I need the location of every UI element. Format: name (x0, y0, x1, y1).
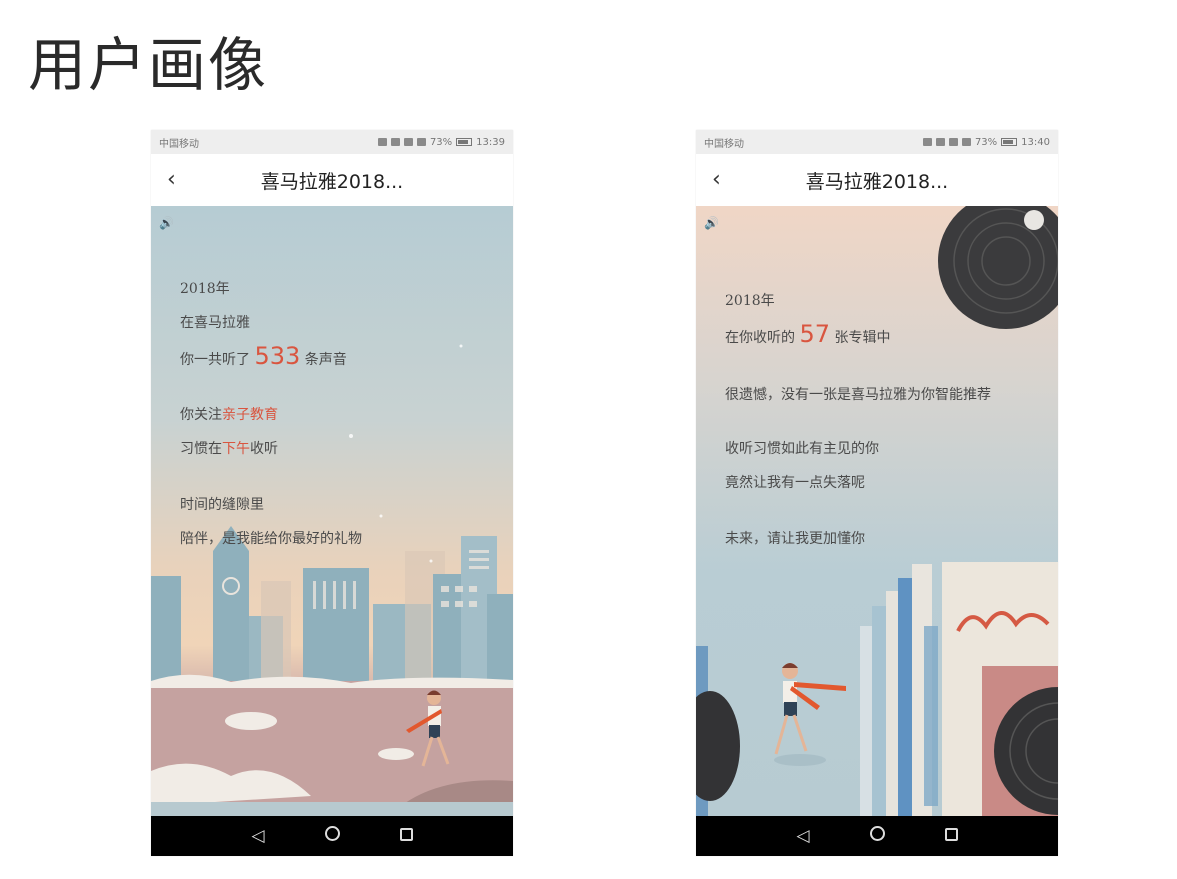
nav-back-icon[interactable]: ◁ (791, 826, 815, 846)
carrier-label: 中国移动 (704, 138, 744, 150)
nav-title: 喜马拉雅2018... (805, 170, 949, 193)
phone-screenshot-right: 中国移动 73% 13:40 ‹ 喜马拉雅2018... 🔊 2018年 在你收… (696, 130, 1058, 856)
back-icon[interactable]: ‹ (167, 168, 191, 192)
battery-percent: 73% (429, 136, 453, 148)
nav-home-icon[interactable] (320, 826, 344, 846)
line-lost: 竟然让我有一点失落呢 (725, 475, 865, 491)
battery-icon (456, 138, 473, 146)
listened-pre: 你一共听了 (180, 352, 250, 368)
line-listened: 你一共听了 533 条声音 (180, 342, 347, 370)
system-nav-bar: ◁ (696, 816, 1058, 856)
vibrate-icon (377, 138, 387, 146)
status-time: 13:40 (1021, 136, 1050, 148)
wifi-icon (948, 138, 958, 146)
line-at: 在喜马拉雅 (180, 315, 250, 331)
line-gift: 陪伴，是我能给你最好的礼物 (180, 531, 362, 547)
follow-pre: 你关注 (180, 407, 222, 423)
habit-time: 下午 (222, 441, 250, 457)
nav-back-icon[interactable]: ◁ (246, 826, 270, 846)
nav-recent-icon[interactable] (394, 826, 418, 846)
signal-icon (416, 138, 426, 146)
line-gap: 时间的缝隙里 (180, 497, 264, 513)
walking-figure (774, 663, 846, 755)
nav-recent-icon[interactable] (939, 826, 963, 846)
nav-title: 喜马拉雅2018... (260, 170, 404, 193)
line-habit: 收听习惯如此有主见的你 (725, 441, 879, 457)
sound-icon[interactable]: 🔊 (704, 216, 719, 230)
status-icons: 73% 13:40 (922, 136, 1050, 148)
line-future: 未来，请让我更加懂你 (725, 531, 865, 547)
slide-title: 用户画像 (28, 31, 269, 99)
alarm-icon (935, 138, 945, 146)
line-regret: 很遗憾，没有一张是喜马拉雅为你智能推荐 (725, 387, 991, 403)
status-icons: 73% 13:39 (377, 136, 505, 148)
habit-pre: 习惯在 (180, 441, 222, 457)
habit-post: 收听 (250, 441, 278, 457)
battery-icon (1001, 138, 1018, 146)
battery-percent: 73% (974, 136, 998, 148)
listened-count: 533 (254, 342, 301, 370)
report-content[interactable]: 🔊 2018年 在喜马拉雅 你一共听了 533 条声音 你关注亲子教育 习惯在下… (151, 206, 513, 816)
alarm-icon (390, 138, 400, 146)
line-habit: 习惯在下午收听 (180, 438, 278, 458)
listened-post: 条声音 (304, 352, 347, 368)
phone-screenshot-left: 中国移动 73% 13:39 ‹ 喜马拉雅2018... 🔊 2018年 在喜马… (151, 130, 513, 856)
system-nav-bar: ◁ (151, 816, 513, 856)
vibrate-icon (922, 138, 932, 146)
line-year: 2018年 (180, 281, 230, 297)
line-albums: 在你收听的 57 张专辑中 (725, 320, 890, 348)
albums-post: 张专辑中 (834, 330, 891, 346)
status-bar: 中国移动 73% 13:39 (151, 130, 513, 154)
wifi-icon (403, 138, 413, 146)
sound-icon[interactable]: 🔊 (159, 216, 174, 230)
nav-home-icon[interactable] (865, 826, 889, 846)
status-bar: 中国移动 73% 13:40 (696, 130, 1058, 154)
follow-topic: 亲子教育 (222, 407, 278, 423)
report-content[interactable]: 🔊 2018年 在你收听的 57 张专辑中 很遗憾，没有一张是喜马拉雅为你智能推… (696, 206, 1058, 816)
albums-count: 57 (799, 320, 830, 348)
signal-icon (961, 138, 971, 146)
line-follow: 你关注亲子教育 (180, 404, 278, 424)
nav-bar: ‹ 喜马拉雅2018... (151, 154, 513, 206)
nav-bar: ‹ 喜马拉雅2018... (696, 154, 1058, 206)
line-year: 2018年 (725, 293, 775, 309)
back-icon[interactable]: ‹ (712, 168, 736, 192)
carrier-label: 中国移动 (159, 138, 199, 150)
status-time: 13:39 (476, 136, 505, 148)
albums-pre: 在你收听的 (725, 330, 795, 346)
